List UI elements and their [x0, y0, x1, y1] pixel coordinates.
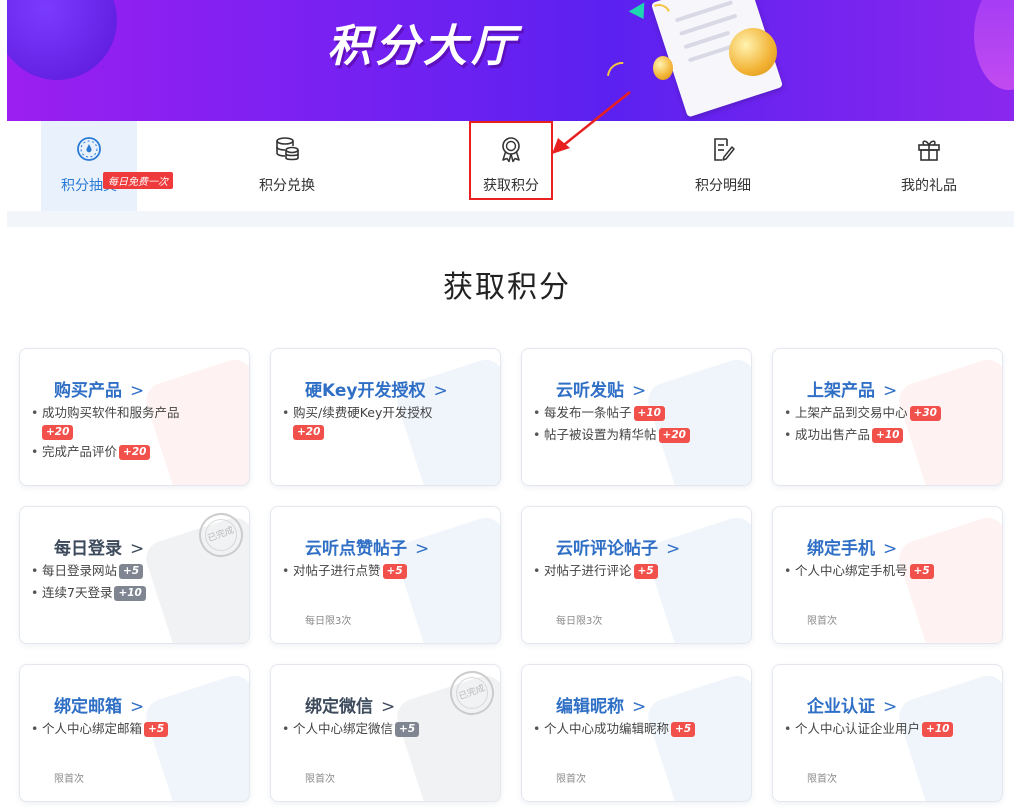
tab-points-details[interactable]: 积分明细 [673, 121, 773, 211]
card-title: 上架产品 > [807, 381, 898, 401]
list-item: 完成产品评价+20 [30, 442, 239, 462]
card-title: 绑定微信 > [305, 697, 396, 717]
points-badge: +5 [671, 722, 696, 737]
earn-card-comment-post[interactable]: 云听评论帖子> 对帖子进行评论+5 每日限3次 [521, 506, 752, 644]
list-item: 帖子被设置为精华帖+20 [532, 425, 741, 445]
list-item: 连续7天登录+10 [30, 583, 239, 603]
tab-label: 积分兑换 [259, 178, 315, 194]
reward-list: 个人中心认证企业用户+10 [783, 719, 992, 741]
earn-card-bind-email[interactable]: 绑定邮箱> 个人中心绑定邮箱+5 限首次 [19, 664, 250, 802]
card-title: 企业认证 > [807, 697, 898, 717]
points-badge: +5 [909, 564, 934, 579]
card-title: 每日登录 > [54, 539, 145, 559]
list-item: 个人中心绑定邮箱+5 [30, 719, 239, 739]
tab-points-exchange[interactable]: 积分兑换 [237, 121, 337, 211]
points-badge: +10 [633, 406, 665, 421]
earn-card-enterprise-cert[interactable]: 企业认证> 个人中心认证企业用户+10 限首次 [772, 664, 1003, 802]
limit-note: 限首次 [54, 774, 84, 785]
card-title: 云听评论帖子 > [556, 539, 681, 559]
list-item: 成功购买软件和服务产品+20 [30, 403, 239, 440]
reward-list: 成功购买软件和服务产品+20 完成产品评价+20 [30, 403, 239, 464]
coins-stack-icon [276, 137, 299, 161]
earn-card-bind-wechat[interactable]: 已完成 绑定微信> 个人中心绑定微信+5 限首次 [270, 664, 501, 802]
points-badge: +10 [872, 428, 904, 443]
reward-list: 个人中心绑定手机号+5 [783, 561, 992, 583]
limit-note: 限首次 [807, 774, 837, 785]
limit-note: 每日限3次 [556, 616, 603, 627]
banner: 积分大厅 [7, 0, 1014, 121]
reward-list: 个人中心成功编辑昵称+5 [532, 719, 741, 741]
reward-list: 个人中心绑定邮箱+5 [30, 719, 239, 741]
reward-list: 上架产品到交易中心+30 成功出售产品+10 [783, 403, 992, 447]
limit-note: 限首次 [807, 616, 837, 627]
list-item: 对帖子进行点赞+5 [281, 561, 490, 581]
points-badge: +5 [119, 564, 144, 579]
reward-list: 对帖子进行点赞+5 [281, 561, 490, 583]
coin-icon [653, 56, 673, 80]
limit-note: 限首次 [305, 774, 335, 785]
tab-label: 我的礼品 [901, 178, 957, 194]
tab-bar: 积分抽奖 每日免费一次 积分兑换 获取积分 积分明细 我的礼品 [7, 121, 1014, 211]
earn-card-like-post[interactable]: 云听点赞帖子> 对帖子进行点赞+5 每日限3次 [270, 506, 501, 644]
list-item: 成功出售产品+10 [783, 425, 992, 445]
card-title: 绑定邮箱 > [54, 697, 145, 717]
banner-decoration [974, 0, 1014, 90]
earn-card-bind-phone[interactable]: 绑定手机> 个人中心绑定手机号+5 限首次 [772, 506, 1003, 644]
card-title: 云听发贴 > [556, 381, 647, 401]
document-edit-icon [714, 138, 735, 161]
points-badge: +20 [119, 445, 151, 460]
list-item: 每日登录网站+5 [30, 561, 239, 581]
list-item: 购买/续费硬Key开发授权+20 [281, 403, 490, 440]
reward-list: 个人中心绑定微信+5 [281, 719, 490, 741]
earn-card-post[interactable]: 云听发贴> 每发布一条帖子+10 帖子被设置为精华帖+20 [521, 348, 752, 486]
gift-icon [918, 140, 940, 161]
reward-list: 购买/续费硬Key开发授权+20 [281, 403, 490, 442]
banner-decoration [7, 0, 117, 80]
points-badge: +5 [395, 722, 420, 737]
points-badge: +10 [114, 586, 146, 601]
list-item: 每发布一条帖子+10 [532, 403, 741, 423]
confetti-icon [600, 55, 644, 99]
tab-my-gifts[interactable]: 我的礼品 [879, 121, 979, 211]
earn-card-list-product[interactable]: 上架产品> 上架产品到交易中心+30 成功出售产品+10 [772, 348, 1003, 486]
tab-points-lottery[interactable]: 积分抽奖 [41, 121, 137, 211]
limit-note: 每日限3次 [305, 616, 352, 627]
page-title: 获取积分 [443, 270, 571, 305]
points-badge: +5 [382, 564, 407, 579]
earn-card-edit-nickname[interactable]: 编辑昵称> 个人中心成功编辑昵称+5 限首次 [521, 664, 752, 802]
reward-list: 每日登录网站+5 连续7天登录+10 [30, 561, 239, 605]
card-title: 云听点赞帖子 > [305, 539, 430, 559]
earn-card-daily-login[interactable]: 已完成 每日登录> 每日登录网站+5 连续7天登录+10 [19, 506, 250, 644]
points-badge: +20 [658, 428, 690, 443]
list-item: 个人中心绑定手机号+5 [783, 561, 992, 581]
list-item: 个人中心绑定微信+5 [281, 719, 490, 739]
limit-note: 限首次 [556, 774, 586, 785]
card-title: 购买产品 > [54, 381, 145, 401]
dial-icon [77, 137, 101, 161]
points-badge: +20 [42, 425, 74, 440]
coin-icon [729, 28, 777, 76]
points-badge: +30 [909, 406, 941, 421]
points-badge: +5 [144, 722, 169, 737]
tab-label: 积分明细 [695, 178, 751, 194]
card-title: 编辑昵称 > [556, 697, 647, 717]
list-item: 个人中心成功编辑昵称+5 [532, 719, 741, 739]
list-item: 对帖子进行评论+5 [532, 561, 741, 581]
highlight-box [469, 121, 553, 200]
points-badge: +10 [922, 722, 954, 737]
reward-list: 每发布一条帖子+10 帖子被设置为精华帖+20 [532, 403, 741, 447]
list-item: 个人中心认证企业用户+10 [783, 719, 992, 739]
banner-title: 积分大厅 [327, 21, 519, 72]
reward-list: 对帖子进行评论+5 [532, 561, 741, 583]
points-badge: +5 [633, 564, 658, 579]
earn-card-buy-product[interactable]: 购买产品> 成功购买软件和服务产品+20 完成产品评价+20 [19, 348, 250, 486]
points-badge: +20 [293, 425, 325, 440]
list-item: 上架产品到交易中心+30 [783, 403, 992, 423]
card-title: 硬Key开发授权 > [305, 381, 448, 401]
daily-free-badge: 每日免费一次 [103, 172, 173, 189]
card-title: 绑定手机 > [807, 539, 898, 559]
tab-bar-divider [7, 211, 1014, 227]
earn-card-hardkey-auth[interactable]: 硬Key开发授权> 购买/续费硬Key开发授权+20 [270, 348, 501, 486]
